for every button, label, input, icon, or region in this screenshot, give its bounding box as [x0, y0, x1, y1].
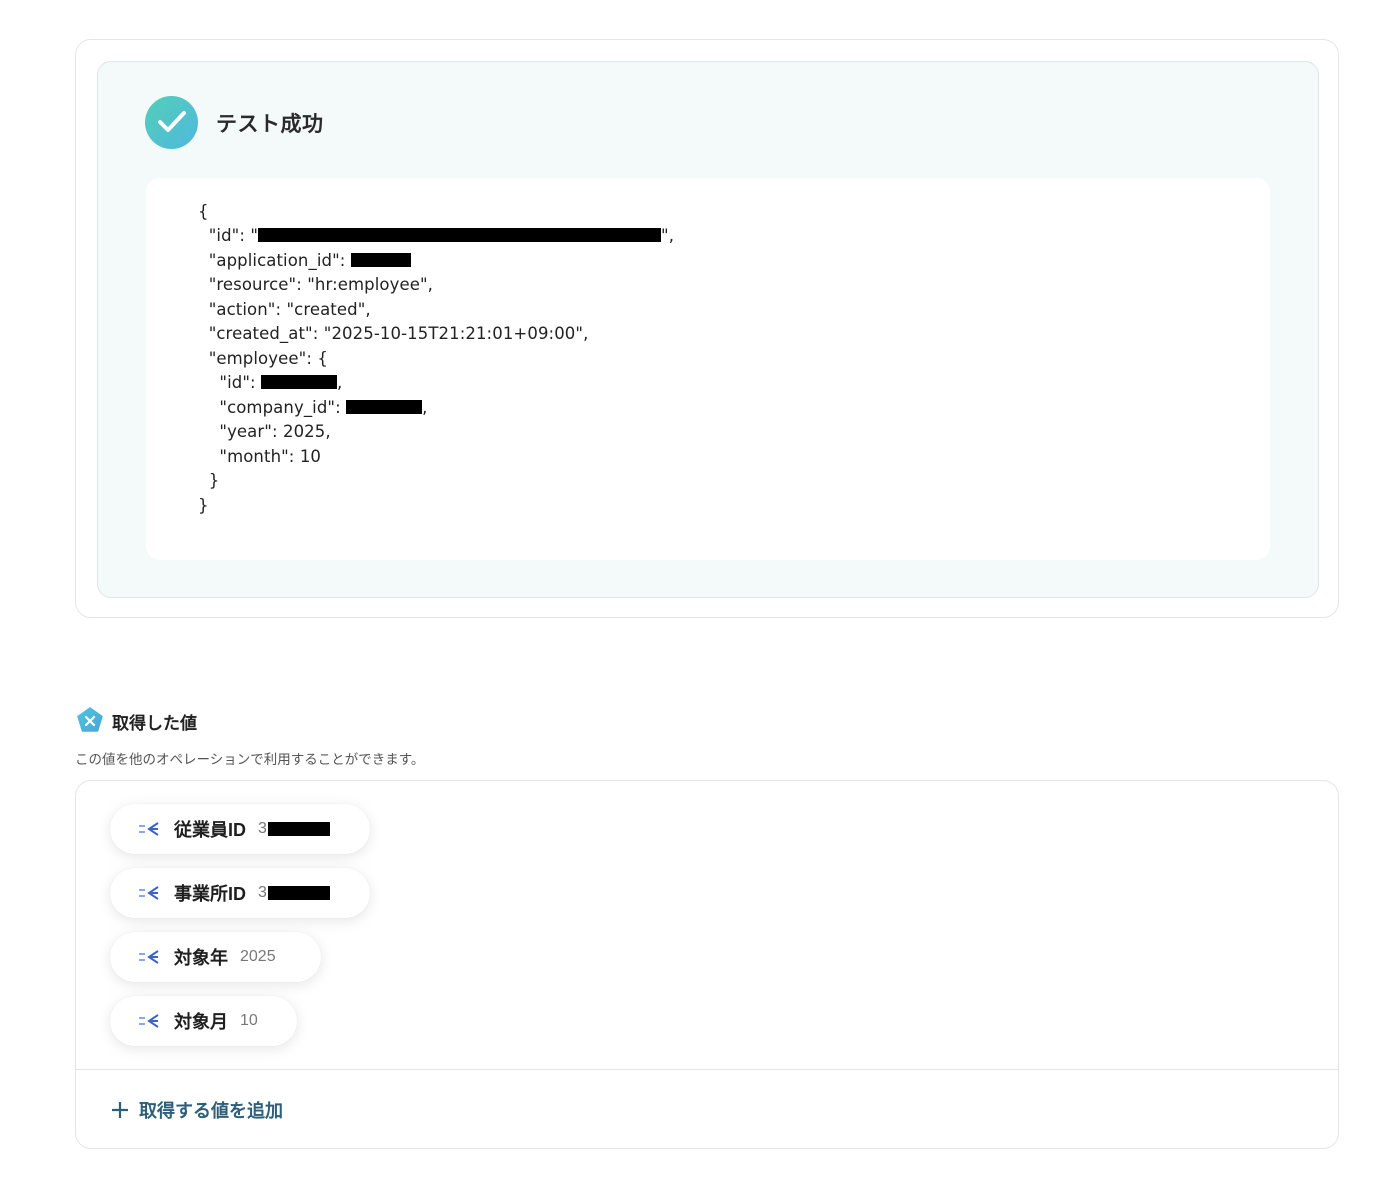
section-title: 取得した値 — [112, 714, 197, 733]
json-line: "resource": "hr:employee", — [198, 275, 434, 294]
chip-value: 10 — [240, 1012, 258, 1029]
redaction — [267, 886, 330, 900]
chip-value: 3 — [258, 884, 330, 902]
arrow-variable-icon — [139, 822, 159, 836]
chip-value: 2025 — [240, 948, 276, 965]
add-value-label: 取得する値を追加 — [139, 1101, 283, 1121]
chip-label: 事業所ID — [174, 884, 246, 904]
value-chip-target-year[interactable]: 対象年 2025 — [110, 932, 321, 982]
plus-icon — [112, 1102, 128, 1118]
divider — [76, 1069, 1338, 1070]
chip-label: 対象年 — [174, 948, 228, 968]
json-line: "employee": { — [198, 349, 328, 368]
section-description: この値を他のオペレーションで利用することができます。 — [75, 752, 425, 767]
arrow-variable-icon — [139, 886, 159, 900]
json-line: "created_at": "2025-10-15T21:21:01+09:00… — [198, 324, 589, 343]
redaction — [258, 228, 662, 242]
json-line: } — [198, 471, 220, 490]
json-line: "month": 10 — [198, 447, 322, 466]
chip-value: 3 — [258, 820, 330, 838]
value-chip-office-id[interactable]: 事業所ID 3 — [110, 868, 370, 918]
arrow-variable-icon — [139, 1014, 159, 1028]
chip-label: 対象月 — [174, 1012, 228, 1032]
json-line: "id": , — [198, 373, 343, 392]
json-output: { "id": " ", "application_id": "resource"… — [146, 178, 1270, 560]
redaction — [346, 400, 423, 414]
arrow-variable-icon — [139, 950, 159, 964]
json-line: "application_id": — [198, 251, 411, 271]
add-value-button[interactable]: 取得する値を追加 — [111, 1097, 283, 1123]
variable-pentagon-icon — [77, 707, 103, 732]
json-line: "id": " ", — [198, 226, 675, 245]
json-line: "company_id": , — [198, 398, 428, 417]
redaction — [261, 375, 338, 389]
value-chip-target-month[interactable]: 対象月 10 — [110, 996, 297, 1046]
value-chip-employee-id[interactable]: 従業員ID 3 — [110, 804, 370, 854]
json-line: } — [198, 496, 209, 515]
success-panel: テスト成功 { "id": " ", "application_id": "res… — [97, 61, 1319, 598]
chip-label: 従業員ID — [174, 820, 246, 840]
json-line: "action": "created", — [198, 300, 371, 319]
check-icon — [145, 96, 198, 149]
redaction — [267, 822, 330, 836]
json-line: { — [198, 202, 209, 221]
success-title: テスト成功 — [216, 113, 324, 136]
json-line: "year": 2025, — [198, 422, 331, 441]
acquired-values-card: 従業員ID 3 事業所ID 3 対象年 2025 対象月 10 取得する値を追加 — [75, 780, 1339, 1149]
test-result-card: テスト成功 { "id": " ", "application_id": "res… — [75, 39, 1339, 618]
redaction — [350, 253, 411, 267]
